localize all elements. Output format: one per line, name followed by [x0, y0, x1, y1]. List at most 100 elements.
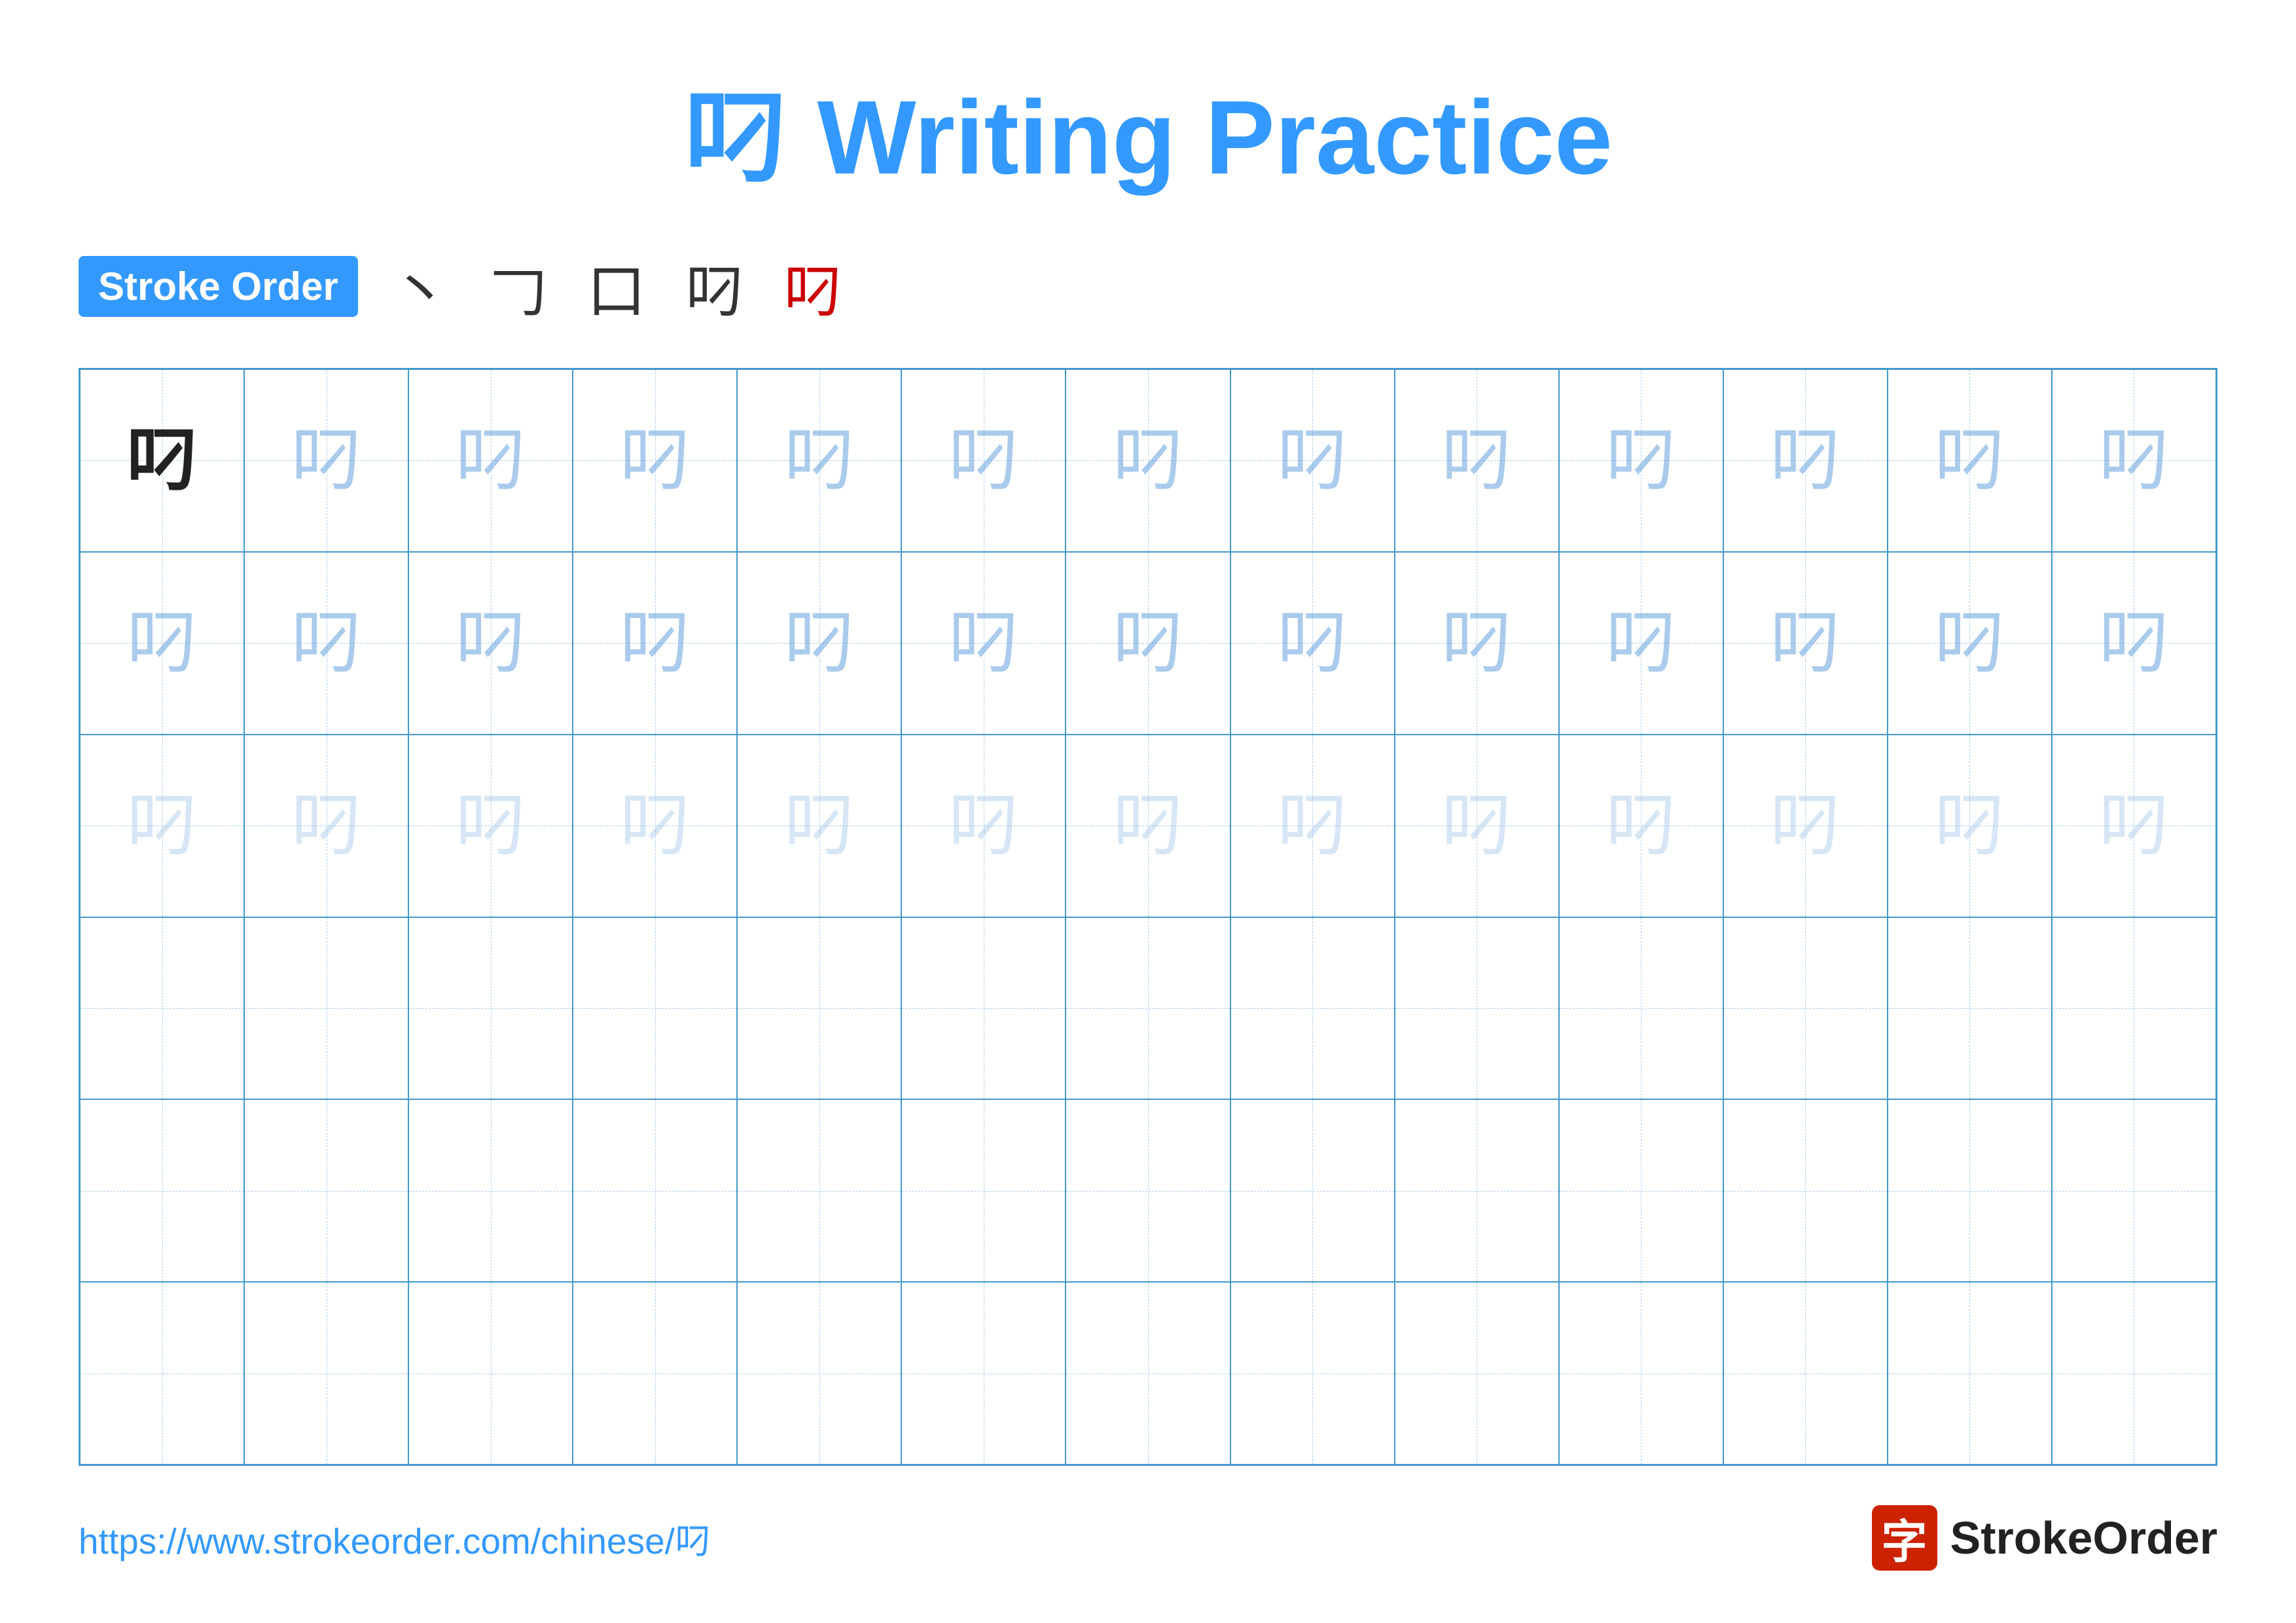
grid-cell-r1c11[interactable]: 叼	[1723, 369, 1888, 552]
title-area: 叼 Writing Practice	[79, 52, 2217, 204]
grid-cell-r4c3[interactable]	[408, 917, 573, 1100]
grid-cell-r3c9[interactable]: 叼	[1395, 735, 1559, 917]
grid-cell-r4c13[interactable]	[2052, 917, 2216, 1100]
strokeorder-logo-icon: 字	[1872, 1505, 1937, 1571]
grid-cell-r4c5[interactable]	[737, 917, 901, 1100]
grid-cell-r5c5[interactable]	[737, 1099, 901, 1282]
grid-cell-r2c1[interactable]: 叼	[80, 552, 244, 735]
grid-cell-r3c6[interactable]: 叼	[901, 735, 1066, 917]
grid-cell-r5c9[interactable]	[1395, 1099, 1559, 1282]
cell-char: 叼	[1276, 424, 1348, 496]
grid-cell-r2c3[interactable]: 叼	[408, 552, 573, 735]
grid-cell-r3c8[interactable]: 叼	[1230, 735, 1395, 917]
grid-cell-r2c13[interactable]: 叼	[2052, 552, 2216, 735]
grid-cell-r5c13[interactable]	[2052, 1099, 2216, 1282]
grid-cell-r1c4[interactable]: 叼	[573, 369, 737, 552]
cell-char: 叼	[291, 790, 363, 862]
grid-cell-r1c13[interactable]: 叼	[2052, 369, 2216, 552]
grid-cell-r3c7[interactable]: 叼	[1066, 735, 1230, 917]
grid-cell-r2c5[interactable]: 叼	[737, 552, 901, 735]
grid-cell-r4c10[interactable]	[1559, 917, 1723, 1100]
grid-cell-r5c6[interactable]	[901, 1099, 1066, 1282]
grid-cell-r1c8[interactable]: 叼	[1230, 369, 1395, 552]
grid-cell-r2c7[interactable]: 叼	[1066, 552, 1230, 735]
title-label: Writing Practice	[817, 79, 1613, 196]
cell-char: 叼	[1441, 790, 1513, 862]
grid-cell-r5c10[interactable]	[1559, 1099, 1723, 1282]
grid-cell-r5c2[interactable]	[244, 1099, 408, 1282]
cell-char: 叼	[455, 424, 527, 496]
grid-cell-r6c10[interactable]	[1559, 1282, 1723, 1465]
grid-cell-r3c10[interactable]: 叼	[1559, 735, 1723, 917]
grid-cell-r2c11[interactable]: 叼	[1723, 552, 1888, 735]
grid-cell-r3c2[interactable]: 叼	[244, 735, 408, 917]
cell-char: 叼	[1769, 607, 1841, 679]
grid-cell-r3c3[interactable]: 叼	[408, 735, 573, 917]
grid-cell-r6c5[interactable]	[737, 1282, 901, 1465]
grid-cell-r1c2[interactable]: 叼	[244, 369, 408, 552]
grid-cell-r6c7[interactable]	[1066, 1282, 1230, 1465]
grid-cell-r6c13[interactable]	[2052, 1282, 2216, 1465]
cell-char: 叼	[126, 424, 198, 496]
grid-cell-r2c10[interactable]: 叼	[1559, 552, 1723, 735]
grid-cell-r5c3[interactable]	[408, 1099, 573, 1282]
grid-cell-r2c9[interactable]: 叼	[1395, 552, 1559, 735]
footer: https://www.strokeorder.com/chinese/叼 字 …	[79, 1505, 2217, 1571]
stroke-order-area: Stroke Order 丶 𠃌 口 叼 叼	[79, 244, 2217, 329]
grid-cell-r3c1[interactable]: 叼	[80, 735, 244, 917]
grid-cell-r4c7[interactable]	[1066, 917, 1230, 1100]
grid-cell-r1c1[interactable]: 叼	[80, 369, 244, 552]
cell-char: 叼	[1112, 607, 1184, 679]
grid-cell-r1c10[interactable]: 叼	[1559, 369, 1723, 552]
grid-cell-r4c11[interactable]	[1723, 917, 1888, 1100]
stroke-step-5: 叼	[783, 244, 842, 329]
cell-char: 叼	[619, 607, 691, 679]
grid-cell-r5c8[interactable]	[1230, 1099, 1395, 1282]
grid-cell-r6c9[interactable]	[1395, 1282, 1559, 1465]
grid-cell-r4c1[interactable]	[80, 917, 244, 1100]
grid-cell-r3c11[interactable]: 叼	[1723, 735, 1888, 917]
footer-url[interactable]: https://www.strokeorder.com/chinese/叼	[79, 1512, 711, 1564]
cell-char: 叼	[455, 607, 527, 679]
grid-cell-r4c2[interactable]	[244, 917, 408, 1100]
grid-cell-r1c5[interactable]: 叼	[737, 369, 901, 552]
grid-cell-r2c2[interactable]: 叼	[244, 552, 408, 735]
grid-cell-r4c9[interactable]	[1395, 917, 1559, 1100]
cell-char: 叼	[948, 790, 1020, 862]
cell-char: 叼	[1112, 790, 1184, 862]
stroke-step-4: 叼	[685, 244, 744, 329]
grid-cell-r5c11[interactable]	[1723, 1099, 1888, 1282]
grid-cell-r4c8[interactable]	[1230, 917, 1395, 1100]
grid-cell-r2c12[interactable]: 叼	[1888, 552, 2052, 735]
grid-cell-r6c2[interactable]	[244, 1282, 408, 1465]
page-container: 叼 Writing Practice Stroke Order 丶 𠃌 口 叼 …	[0, 0, 2296, 1623]
grid-cell-r5c1[interactable]	[80, 1099, 244, 1282]
grid-cell-r6c1[interactable]	[80, 1282, 244, 1465]
grid-cell-r4c12[interactable]	[1888, 917, 2052, 1100]
grid-cell-r6c11[interactable]	[1723, 1282, 1888, 1465]
cell-char: 叼	[1933, 790, 2005, 862]
grid-cell-r5c7[interactable]	[1066, 1099, 1230, 1282]
grid-cell-r4c4[interactable]	[573, 917, 737, 1100]
grid-cell-r2c8[interactable]: 叼	[1230, 552, 1395, 735]
grid-cell-r1c7[interactable]: 叼	[1066, 369, 1230, 552]
grid-cell-r1c9[interactable]: 叼	[1395, 369, 1559, 552]
grid-cell-r5c4[interactable]	[573, 1099, 737, 1282]
grid-cell-r1c12[interactable]: 叼	[1888, 369, 2052, 552]
grid-cell-r6c4[interactable]	[573, 1282, 737, 1465]
grid-cell-r1c6[interactable]: 叼	[901, 369, 1066, 552]
grid-cell-r6c6[interactable]	[901, 1282, 1066, 1465]
grid-cell-r5c12[interactable]	[1888, 1099, 2052, 1282]
grid-cell-r3c12[interactable]: 叼	[1888, 735, 2052, 917]
grid-cell-r3c5[interactable]: 叼	[737, 735, 901, 917]
grid-cell-r3c13[interactable]: 叼	[2052, 735, 2216, 917]
grid-cell-r6c8[interactable]	[1230, 1282, 1395, 1465]
grid-cell-r2c6[interactable]: 叼	[901, 552, 1066, 735]
grid-cell-r4c6[interactable]	[901, 917, 1066, 1100]
grid-cell-r6c3[interactable]	[408, 1282, 573, 1465]
cell-char: 叼	[783, 607, 855, 679]
grid-cell-r2c4[interactable]: 叼	[573, 552, 737, 735]
grid-cell-r6c12[interactable]	[1888, 1282, 2052, 1465]
grid-cell-r3c4[interactable]: 叼	[573, 735, 737, 917]
grid-cell-r1c3[interactable]: 叼	[408, 369, 573, 552]
